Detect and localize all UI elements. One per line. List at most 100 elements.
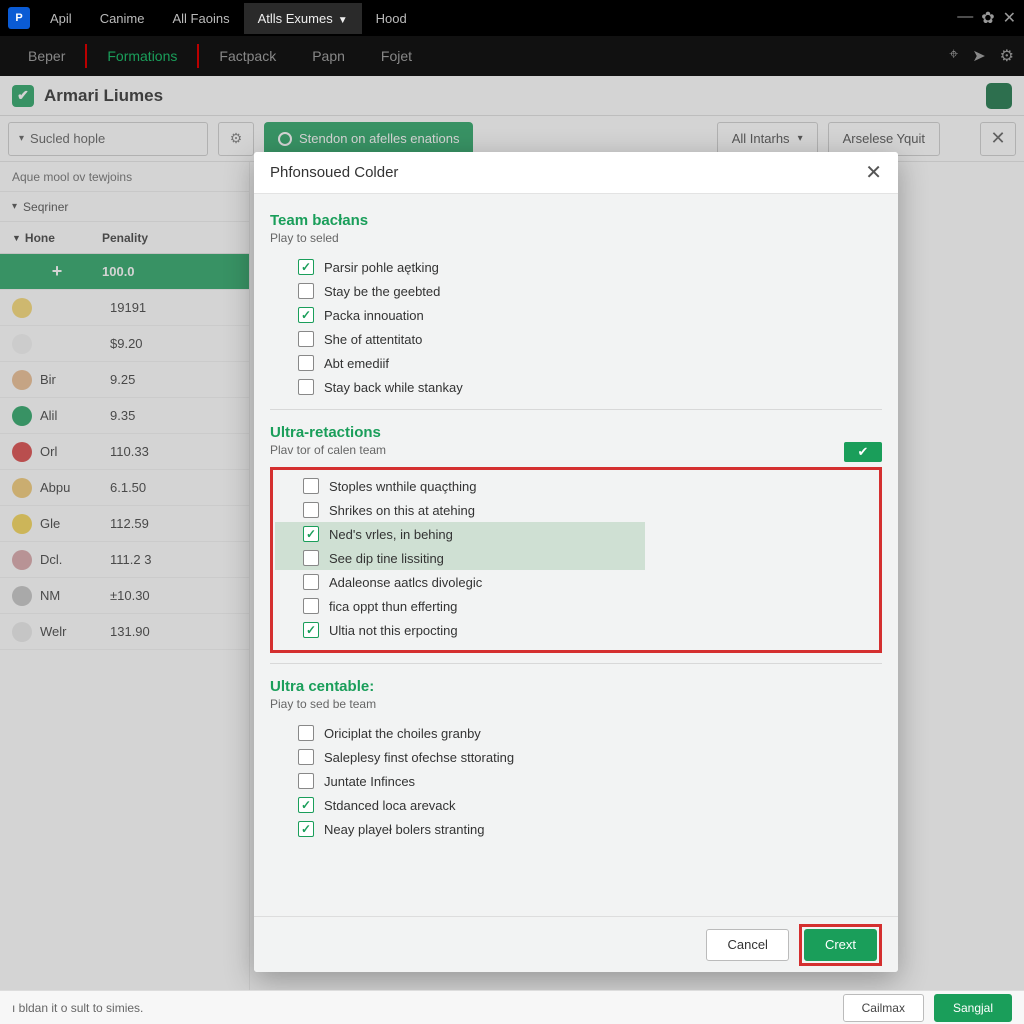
avatar-icon xyxy=(12,406,32,426)
option-label: Packa innouation xyxy=(324,308,424,323)
option-label: Saleplesy finst ofechse sttorating xyxy=(324,750,514,765)
option-row[interactable]: Juntate Infinces xyxy=(270,769,882,793)
table-row[interactable]: $9.20 xyxy=(0,326,249,362)
nav-item-4[interactable]: Fojet xyxy=(363,48,430,64)
row-value: 131.90 xyxy=(110,624,237,639)
table-row[interactable]: Gle112.59 xyxy=(0,506,249,542)
option-row[interactable]: Neay playeł bolers stranting xyxy=(270,817,882,841)
toggle-switch[interactable]: ✔ xyxy=(844,442,882,462)
option-label: Stay back while stankay xyxy=(324,380,463,395)
option-row[interactable]: She of attentitato xyxy=(270,327,882,351)
checkbox[interactable] xyxy=(298,283,314,299)
checkbox[interactable] xyxy=(303,598,319,614)
status-button-1[interactable]: Cailmax xyxy=(843,994,924,1022)
option-label: Stoples wnthile quaçthing xyxy=(329,479,476,494)
option-row[interactable]: Ultia not this erpocting xyxy=(275,618,877,642)
option-row[interactable]: Ned's vrles, in behing xyxy=(275,522,645,546)
table-row[interactable]: Orl110.33 xyxy=(0,434,249,470)
team-badge-icon[interactable] xyxy=(986,83,1012,109)
modal-body: Team bacłans Play to seled Parsir pohle … xyxy=(254,194,898,916)
cancel-button[interactable]: Cancel xyxy=(706,929,788,961)
window-tab-1[interactable]: Canime xyxy=(86,3,159,34)
nav-item-2[interactable]: Factpack xyxy=(201,48,294,64)
section-sub-2: Piay to sed be team xyxy=(270,697,882,711)
modal-close-button[interactable]: ✕ xyxy=(865,160,882,185)
checkbox[interactable] xyxy=(303,526,319,542)
option-row[interactable]: See dip tine lissiting xyxy=(275,546,645,570)
checkbox[interactable] xyxy=(303,502,319,518)
option-row[interactable]: Stay be the geebted xyxy=(270,279,882,303)
option-row[interactable]: Adaleonse aatlcs divolegic xyxy=(275,570,877,594)
window-tab-4[interactable]: Hood xyxy=(362,3,421,34)
settings-icon[interactable]: ✿ xyxy=(981,8,994,28)
option-row[interactable]: fica oppt thun efferting xyxy=(275,594,877,618)
table-row[interactable]: Bir9.25 xyxy=(0,362,249,398)
table-row[interactable]: Abpu6.1.50 xyxy=(0,470,249,506)
option-row[interactable]: Oriciplat the choiles granby xyxy=(270,721,882,745)
option-row[interactable]: Stay back while stankay xyxy=(270,375,882,399)
option-row[interactable]: Stdanced loca arevack xyxy=(270,793,882,817)
checkbox[interactable] xyxy=(298,331,314,347)
checkbox[interactable] xyxy=(298,259,314,275)
table-row[interactable]: NM±10.30 xyxy=(0,578,249,614)
checkbox[interactable] xyxy=(303,622,319,638)
row-value: ±10.30 xyxy=(110,588,237,603)
checkbox[interactable] xyxy=(298,773,314,789)
checkbox[interactable] xyxy=(298,307,314,323)
table-row[interactable]: +100.0 xyxy=(0,254,249,290)
send-icon[interactable]: ➤ xyxy=(972,46,985,66)
highlighted-create-button: Crext xyxy=(799,924,882,966)
checkbox[interactable] xyxy=(303,478,319,494)
checkbox[interactable] xyxy=(303,574,319,590)
nav-item-0[interactable]: Beper xyxy=(10,48,83,64)
table-row[interactable]: Alil9.35 xyxy=(0,398,249,434)
status-button-2[interactable]: Sangjal xyxy=(934,994,1012,1022)
checkbox[interactable] xyxy=(298,355,314,371)
table-row[interactable]: 19191 xyxy=(0,290,249,326)
row-value: 111.2 3 xyxy=(110,552,237,567)
option-label: Ned's vrles, in behing xyxy=(329,527,453,542)
row-name: Alil xyxy=(40,408,110,423)
option-row[interactable]: Stoples wnthile quaçthing xyxy=(275,474,877,498)
window-tab-3[interactable]: Atlls Exumes▼ xyxy=(244,3,362,34)
highlighted-section: Stoples wnthile quaçthing Shrikes on this… xyxy=(270,467,882,653)
create-button[interactable]: Crext xyxy=(804,929,877,961)
nav-bar: Beper Formations Factpack Papn Fojet ⌖ ➤… xyxy=(0,36,1024,76)
section-sub-1: Plav tor of calen team xyxy=(270,443,882,457)
close-panel-button[interactable]: ✕ xyxy=(980,122,1016,156)
close-icon[interactable]: ✕ xyxy=(1003,8,1016,28)
table-section[interactable]: ▾Seqriner xyxy=(0,192,249,222)
checkbox[interactable] xyxy=(298,797,314,813)
checkbox[interactable] xyxy=(298,821,314,837)
table-row[interactable]: Welr131.90 xyxy=(0,614,249,650)
app-icon[interactable]: P xyxy=(8,7,30,29)
filter-dropdown-2[interactable]: Arselese Yquit xyxy=(828,122,940,156)
checkbox[interactable] xyxy=(298,379,314,395)
checkbox[interactable] xyxy=(298,749,314,765)
avatar-icon xyxy=(12,298,32,318)
option-row[interactable]: Abt emediif xyxy=(270,351,882,375)
option-row[interactable]: Saleplesy finst ofechse sttorating xyxy=(270,745,882,769)
minimize-icon[interactable]: — xyxy=(957,8,973,28)
window-tab-2[interactable]: All Faoins xyxy=(158,3,243,34)
row-name: Welr xyxy=(40,624,110,639)
table-row[interactable]: Dcl.111.2 3 xyxy=(0,542,249,578)
option-label: Parsir pohle aętking xyxy=(324,260,439,275)
target-icon[interactable]: ⌖ xyxy=(949,46,958,66)
option-row[interactable]: Parsir pohle aętking xyxy=(270,255,882,279)
gear-icon[interactable]: ⚙ xyxy=(1000,46,1014,66)
checkbox[interactable] xyxy=(298,725,314,741)
filter-settings-button[interactable]: ⚙ xyxy=(218,122,254,156)
nav-item-3[interactable]: Papn xyxy=(294,48,363,64)
option-row[interactable]: Shrikes on this at atehing xyxy=(275,498,877,522)
window-tab-0[interactable]: Apil xyxy=(36,3,86,34)
months-dropdown[interactable]: All Intarhs▾ xyxy=(717,122,818,156)
filter-dropdown[interactable]: ▾Sucled hople xyxy=(8,122,208,156)
option-label: Stdanced loca arevack xyxy=(324,798,456,813)
row-value: 19191 xyxy=(110,300,237,315)
modal-header: Phfonsoued Colder ✕ xyxy=(254,152,898,194)
nav-item-formations[interactable]: Formations xyxy=(89,48,195,64)
checkbox[interactable] xyxy=(303,550,319,566)
primary-action-button[interactable]: Stendon on afelles enations xyxy=(264,122,473,156)
option-row[interactable]: Packa innouation xyxy=(270,303,882,327)
